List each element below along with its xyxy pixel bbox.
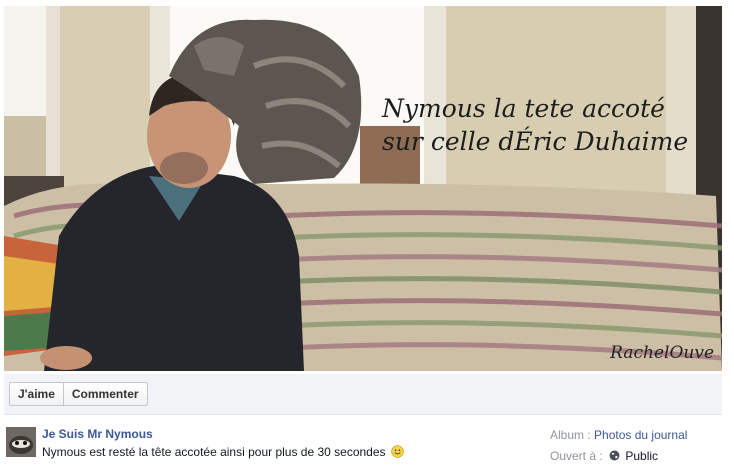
globe-icon xyxy=(609,450,620,461)
comment-button[interactable]: Commenter xyxy=(63,382,148,406)
photo-watermark: RachelOuve xyxy=(610,343,714,363)
post-text: Nymous est resté la tête accotée ainsi p… xyxy=(42,445,386,459)
photo-scene xyxy=(4,6,722,371)
action-bar: J'aime Commenter xyxy=(4,374,722,415)
album-row: Album : Photos du journal xyxy=(550,428,687,442)
avatar[interactable] xyxy=(6,427,36,457)
post-text-row: Nymous est resté la tête accotée ainsi p… xyxy=(42,445,404,459)
caption-line-1: Nymous la tete accoté xyxy=(382,94,665,123)
like-button[interactable]: J'aime xyxy=(9,382,64,406)
album-label: Album : xyxy=(550,428,591,442)
visibility-row: Ouvert à : Public xyxy=(550,449,658,463)
visibility-value[interactable]: Public xyxy=(625,449,658,463)
photo-caption: Nymous la tete accoté sur celle dÉric Du… xyxy=(382,92,688,158)
smiley-icon xyxy=(391,445,404,458)
caption-line-2: sur celle dÉric Duhaime xyxy=(382,127,689,156)
post-info: Je Suis Mr Nymous Nymous est resté la tê… xyxy=(4,418,722,469)
album-link[interactable]: Photos du journal xyxy=(594,428,687,442)
post-author-link[interactable]: Je Suis Mr Nymous xyxy=(42,427,153,441)
avatar-image xyxy=(6,427,36,457)
post-photo[interactable]: Nymous la tete accoté sur celle dÉric Du… xyxy=(4,6,722,371)
visibility-label: Ouvert à : xyxy=(550,449,603,463)
action-button-group: J'aime Commenter xyxy=(9,382,148,406)
